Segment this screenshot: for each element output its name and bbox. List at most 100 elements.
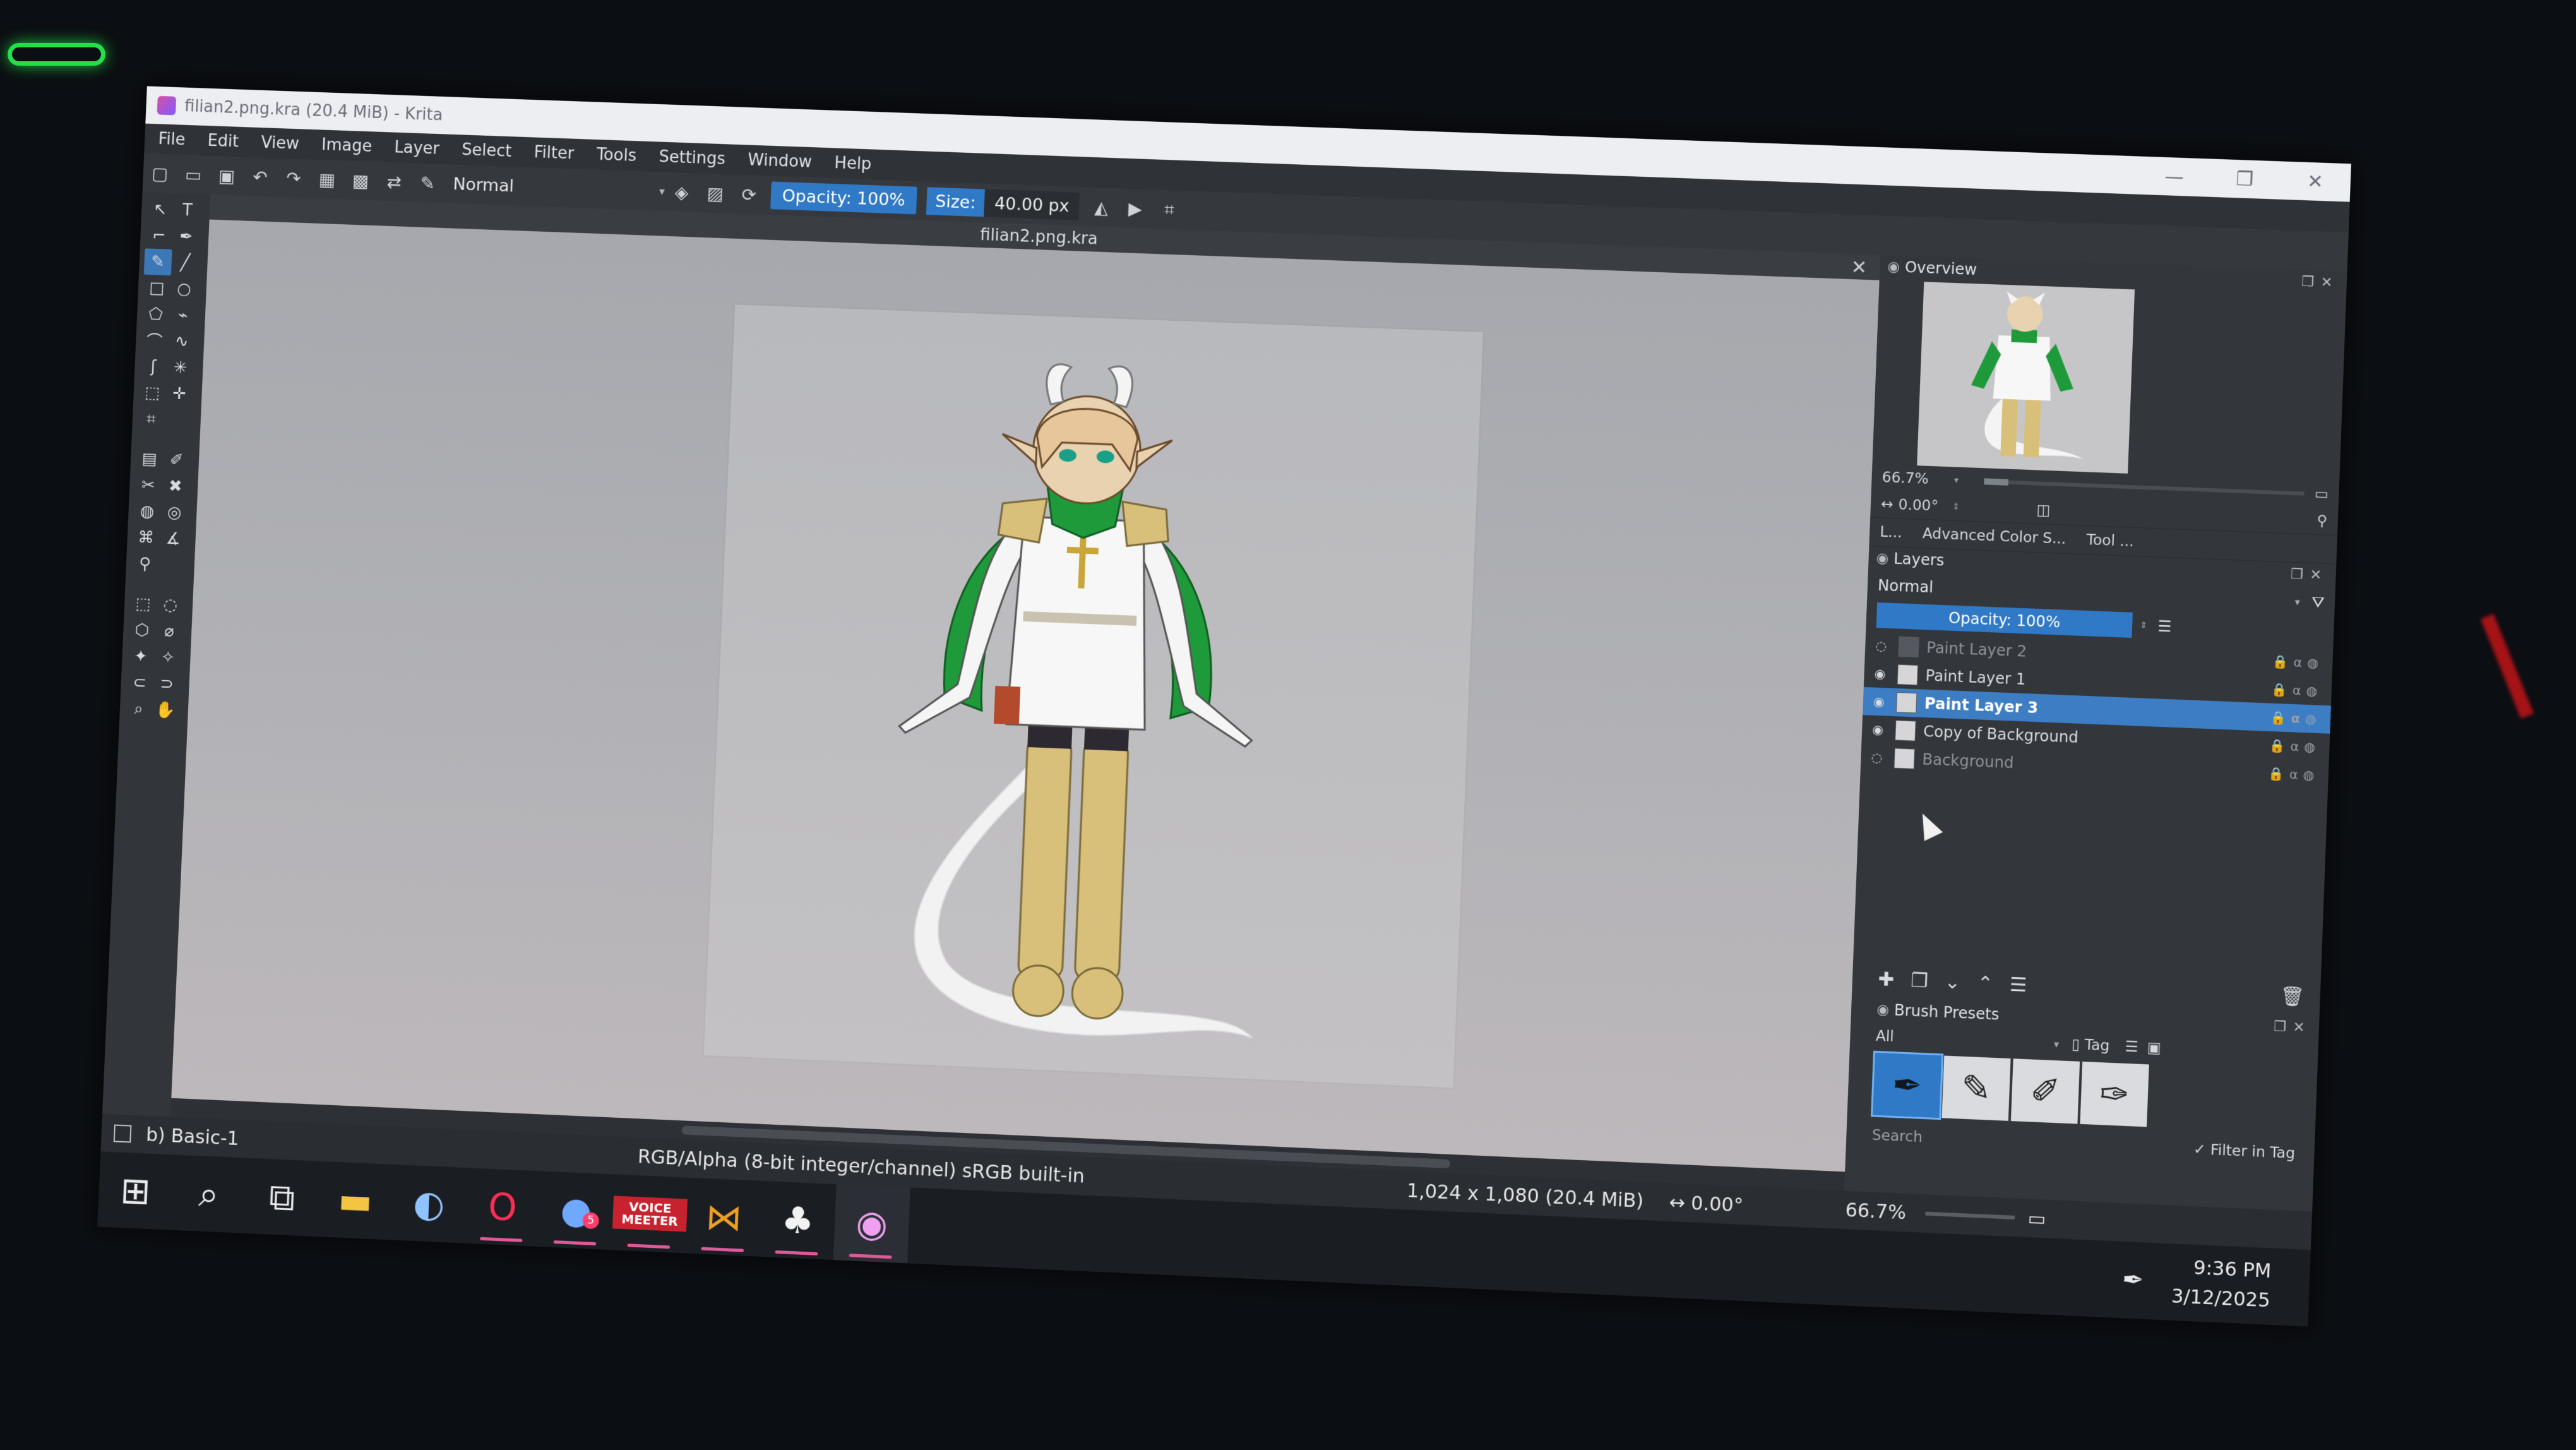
menu-window[interactable]: Window	[748, 150, 813, 171]
krita-taskbar-icon[interactable]: ◉	[833, 1184, 910, 1263]
freehand-path-icon[interactable]: ∿	[167, 328, 196, 355]
brush-preset-tile[interactable]: ✒	[1873, 1053, 1941, 1118]
brush-preset-tile[interactable]: ✑	[2080, 1062, 2149, 1127]
panel-float-close-icon[interactable]: ❐✕	[2291, 566, 2329, 583]
delete-layer-icon[interactable]: 🗑	[2280, 985, 2305, 1008]
bezier-select-icon[interactable]: ⊂	[126, 669, 154, 697]
size-slider[interactable]: Size: 40.00 px	[926, 187, 1080, 220]
crop-tool-icon[interactable]: ⌗	[137, 405, 165, 433]
smart-patch-icon[interactable]: ✂	[134, 472, 162, 499]
close-button[interactable]: ✕	[2279, 161, 2351, 201]
polyline-tool-icon[interactable]: ⌁	[169, 302, 197, 329]
redo-icon[interactable]: ↷	[283, 167, 305, 189]
line-tool-icon[interactable]: ╱	[171, 249, 200, 277]
ellipse-select-icon[interactable]: ◌	[156, 592, 184, 619]
menu-view[interactable]: View	[261, 133, 300, 153]
rect-select-icon[interactable]: ⬚	[129, 590, 157, 618]
maximize-button[interactable]: ❐	[2209, 159, 2281, 199]
polygon-tool-icon[interactable]: ⬠	[141, 301, 170, 328]
mushroom-app-icon[interactable]: ♣	[759, 1181, 836, 1260]
voicemeeter-icon[interactable]: VOICE MEETER	[611, 1175, 688, 1254]
magnetic-select-icon[interactable]: ⊃	[153, 670, 181, 697]
menu-file[interactable]: File	[158, 129, 186, 149]
menu-help[interactable]: Help	[834, 153, 872, 174]
fit-view-icon[interactable]: ▭	[2027, 1207, 2046, 1230]
eye-icon[interactable]: ◉	[1873, 694, 1897, 710]
tab-layers-short[interactable]: L...	[1869, 524, 1912, 542]
pin-icon[interactable]: ⚲	[2317, 513, 2328, 530]
measure-tool-icon[interactable]: ∡	[159, 525, 188, 553]
pan-tool-icon[interactable]: ✋	[152, 697, 180, 724]
zoom-readout[interactable]: 66.7%	[1845, 1199, 1907, 1224]
tag-button[interactable]: ▯ Tag	[2072, 1036, 2110, 1055]
canvas[interactable]	[171, 220, 1879, 1172]
wrap-around-icon[interactable]: ⌗	[1158, 198, 1180, 220]
open-document-icon[interactable]: ▭	[182, 164, 205, 186]
duplicate-layer-icon[interactable]: ❐	[1911, 969, 1929, 992]
new-document-icon[interactable]: ▢	[149, 162, 171, 184]
layer-properties-icons[interactable]: 🔒α◍	[2271, 681, 2323, 698]
bow-tie-app-icon[interactable]: ⋈	[685, 1178, 762, 1257]
freehand-brush-icon[interactable]: ✎	[144, 248, 172, 275]
brush-preview-checkbox[interactable]	[114, 1124, 132, 1142]
close-icon[interactable]: ✕	[1851, 256, 1868, 279]
spin-arrows-icon[interactable]: ⇕	[1952, 502, 1960, 513]
spin-arrows-icon[interactable]: ⇕	[2140, 620, 2148, 631]
overview-rotation-value[interactable]: 0.00°	[1898, 496, 1938, 515]
transform-tool-icon[interactable]: ⬚	[138, 380, 167, 407]
eye-icon[interactable]: ◉	[1874, 666, 1897, 682]
menu-select[interactable]: Select	[462, 140, 512, 161]
fill-tool-icon[interactable]: ◍	[133, 498, 162, 525]
tab-advanced-color-selector[interactable]: Advanced Color S...	[1912, 525, 2077, 548]
undo-icon[interactable]: ↶	[249, 166, 271, 188]
contiguous-select-icon[interactable]: ✦	[127, 643, 155, 670]
filter-icon[interactable]: ⛛	[2311, 593, 2325, 611]
pen-tablet-icon[interactable]: ✒	[2121, 1265, 2144, 1295]
save-icon[interactable]: ▣	[216, 165, 238, 187]
menu-filter[interactable]: Filter	[534, 143, 575, 163]
hidden-eye-icon[interactable]: ◌	[1875, 638, 1899, 654]
filter-in-tag-checkbox[interactable]: ✓ Filter in Tag	[2193, 1141, 2296, 1162]
move-tool-icon[interactable]: ✛	[165, 380, 194, 407]
eraser-mode-icon[interactable]: ◈	[671, 181, 693, 203]
tab-tool-options[interactable]: Tool ...	[2076, 531, 2144, 550]
panel-float-close-icon[interactable]: ❐✕	[2274, 1019, 2311, 1036]
brush-settings-icon[interactable]: ✎	[417, 172, 439, 194]
bezier-tool-icon[interactable]: ⌒	[140, 327, 169, 354]
colorize-mask-icon[interactable]: ✖	[161, 473, 189, 500]
search-icon[interactable]: ⌕	[170, 1154, 247, 1233]
fit-view-icon[interactable]: ▭	[2315, 486, 2329, 503]
opacity-slider[interactable]: Opacity: 100%	[770, 181, 917, 214]
swap-colors-icon[interactable]: ⇄	[383, 171, 405, 193]
gradient-tool-icon[interactable]: ▤	[135, 445, 164, 472]
assistant-tool-icon[interactable]: ⌘	[132, 524, 160, 551]
file-explorer-icon[interactable]: ▬	[317, 1161, 393, 1240]
menu-layer[interactable]: Layer	[394, 138, 440, 159]
move-layer-up-icon[interactable]: ⌃	[1977, 972, 1994, 995]
eye-icon[interactable]: ◉	[1872, 722, 1895, 738]
task-view-icon[interactable]: ⧉	[244, 1158, 320, 1237]
minimize-button[interactable]: —	[2138, 157, 2210, 197]
menu-image[interactable]: Image	[321, 135, 373, 156]
enclose-fill-icon[interactable]: ◎	[160, 499, 189, 526]
opera-gx-icon[interactable]: O	[464, 1168, 541, 1247]
layer-properties-icons[interactable]: 🔒α◍	[2272, 654, 2324, 671]
layer-properties-icons[interactable]: 🔒α◍	[2270, 710, 2322, 727]
brush-search-input[interactable]: Search	[1871, 1127, 1923, 1146]
overview-zoom-slider[interactable]	[1984, 479, 2304, 495]
zoom-tool-icon[interactable]: ⌕	[124, 695, 153, 722]
mirror-horizontal-icon[interactable]: ◭	[1090, 196, 1112, 219]
preserve-alpha-icon[interactable]: ▨	[704, 183, 726, 205]
chat-app-icon[interactable]: ● 5	[538, 1171, 615, 1250]
text-tool-icon[interactable]: T	[173, 197, 201, 224]
panel-float-close-icon[interactable]: ❐✕	[2301, 273, 2339, 291]
menu-tools[interactable]: Tools	[596, 145, 636, 165]
list-view-icon[interactable]: ☰	[2125, 1038, 2138, 1055]
hidden-eye-icon[interactable]: ◌	[1871, 750, 1894, 766]
menu-settings[interactable]: Settings	[659, 147, 726, 169]
multibrush-icon[interactable]: ✳	[167, 354, 195, 381]
brush-blend-mode-select[interactable]: Normal ▾	[453, 171, 665, 205]
brush-preset-tile[interactable]: ✎	[1941, 1056, 2010, 1121]
reload-preset-icon[interactable]: ⟳	[738, 184, 760, 206]
overview-thumbnail[interactable]	[1917, 282, 2135, 474]
